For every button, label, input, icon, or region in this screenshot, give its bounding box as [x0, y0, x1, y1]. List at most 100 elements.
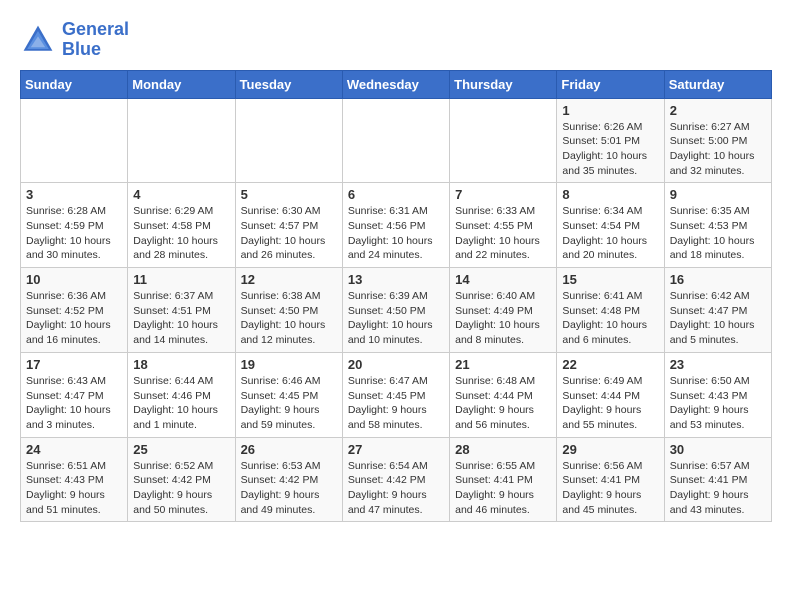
day-info: Sunrise: 6:34 AM Sunset: 4:54 PM Dayligh… [562, 204, 658, 263]
calendar-day-header: Saturday [664, 70, 771, 98]
day-number: 16 [670, 272, 766, 287]
calendar-cell: 22 Sunrise: 6:49 AM Sunset: 4:44 PM Dayli… [557, 352, 664, 437]
calendar-cell: 23 Sunrise: 6:50 AM Sunset: 4:43 PM Dayli… [664, 352, 771, 437]
calendar-cell: 20 Sunrise: 6:47 AM Sunset: 4:45 PM Dayli… [342, 352, 449, 437]
calendar-cell: 10Sunrise: 6:36 AM Sunset: 4:52 PM Dayli… [21, 268, 128, 353]
page: General Blue SundayMondayTuesdayWednesda… [0, 0, 792, 532]
day-info: Sunrise: 6:40 AM Sunset: 4:49 PM Dayligh… [455, 289, 551, 348]
day-number: 13 [348, 272, 444, 287]
day-number: 6 [348, 187, 444, 202]
day-number: 18 [133, 357, 229, 372]
day-number: 24 [26, 442, 122, 457]
calendar-week-row: 17 Sunrise: 6:43 AM Sunset: 4:47 PM Dayli… [21, 352, 772, 437]
calendar-cell: 4 Sunrise: 6:29 AM Sunset: 4:58 PM Daylig… [128, 183, 235, 268]
calendar-cell: 17 Sunrise: 6:43 AM Sunset: 4:47 PM Dayli… [21, 352, 128, 437]
day-info: Sunrise: 6:35 AM Sunset: 4:53 PM Dayligh… [670, 204, 766, 263]
day-info: Sunrise: 6:29 AM Sunset: 4:58 PM Dayligh… [133, 204, 229, 263]
day-number: 26 [241, 442, 337, 457]
calendar-cell: 6 Sunrise: 6:31 AM Sunset: 4:56 PM Daylig… [342, 183, 449, 268]
day-number: 27 [348, 442, 444, 457]
day-info: Sunrise: 6:46 AM Sunset: 4:45 PM Dayligh… [241, 374, 337, 433]
calendar-day-header: Friday [557, 70, 664, 98]
calendar-day-header: Wednesday [342, 70, 449, 98]
calendar-cell: 25 Sunrise: 6:52 AM Sunset: 4:42 PM Dayli… [128, 437, 235, 522]
day-number: 17 [26, 357, 122, 372]
calendar-cell: 16 Sunrise: 6:42 AM Sunset: 4:47 PM Dayli… [664, 268, 771, 353]
calendar-cell [235, 98, 342, 183]
day-number: 19 [241, 357, 337, 372]
day-number: 3 [26, 187, 122, 202]
calendar-cell: 18Sunrise: 6:44 AM Sunset: 4:46 PM Dayli… [128, 352, 235, 437]
day-info: Sunrise: 6:36 AM Sunset: 4:52 PM Dayligh… [26, 289, 122, 348]
calendar-week-row: 24 Sunrise: 6:51 AM Sunset: 4:43 PM Dayli… [21, 437, 772, 522]
calendar-cell: 29Sunrise: 6:56 AM Sunset: 4:41 PM Dayli… [557, 437, 664, 522]
day-info: Sunrise: 6:42 AM Sunset: 4:47 PM Dayligh… [670, 289, 766, 348]
calendar-table: SundayMondayTuesdayWednesdayThursdayFrid… [20, 70, 772, 523]
header: General Blue [20, 20, 772, 60]
calendar-cell [128, 98, 235, 183]
calendar-cell: 24 Sunrise: 6:51 AM Sunset: 4:43 PM Dayli… [21, 437, 128, 522]
calendar-cell: 2 Sunrise: 6:27 AM Sunset: 5:00 PM Daylig… [664, 98, 771, 183]
calendar-day-header: Sunday [21, 70, 128, 98]
calendar-cell: 5Sunrise: 6:30 AM Sunset: 4:57 PM Daylig… [235, 183, 342, 268]
day-number: 8 [562, 187, 658, 202]
calendar-cell: 27 Sunrise: 6:54 AM Sunset: 4:42 PM Dayli… [342, 437, 449, 522]
day-info: Sunrise: 6:47 AM Sunset: 4:45 PM Dayligh… [348, 374, 444, 433]
calendar-day-header: Monday [128, 70, 235, 98]
day-number: 11 [133, 272, 229, 287]
day-number: 23 [670, 357, 766, 372]
calendar-cell [21, 98, 128, 183]
day-number: 28 [455, 442, 551, 457]
calendar-cell: 30 Sunrise: 6:57 AM Sunset: 4:41 PM Dayli… [664, 437, 771, 522]
calendar-cell: 3 Sunrise: 6:28 AM Sunset: 4:59 PM Daylig… [21, 183, 128, 268]
calendar-cell: 11Sunrise: 6:37 AM Sunset: 4:51 PM Dayli… [128, 268, 235, 353]
calendar-cell: 19 Sunrise: 6:46 AM Sunset: 4:45 PM Dayli… [235, 352, 342, 437]
calendar-cell: 26 Sunrise: 6:53 AM Sunset: 4:42 PM Dayli… [235, 437, 342, 522]
day-info: Sunrise: 6:53 AM Sunset: 4:42 PM Dayligh… [241, 459, 337, 518]
day-info: Sunrise: 6:39 AM Sunset: 4:50 PM Dayligh… [348, 289, 444, 348]
day-number: 14 [455, 272, 551, 287]
day-number: 22 [562, 357, 658, 372]
day-number: 30 [670, 442, 766, 457]
day-info: Sunrise: 6:51 AM Sunset: 4:43 PM Dayligh… [26, 459, 122, 518]
calendar-day-header: Thursday [450, 70, 557, 98]
logo-text: General Blue [62, 20, 129, 60]
day-info: Sunrise: 6:57 AM Sunset: 4:41 PM Dayligh… [670, 459, 766, 518]
calendar-cell: 28Sunrise: 6:55 AM Sunset: 4:41 PM Dayli… [450, 437, 557, 522]
day-number: 25 [133, 442, 229, 457]
calendar-cell [450, 98, 557, 183]
day-info: Sunrise: 6:54 AM Sunset: 4:42 PM Dayligh… [348, 459, 444, 518]
day-number: 2 [670, 103, 766, 118]
day-info: Sunrise: 6:50 AM Sunset: 4:43 PM Dayligh… [670, 374, 766, 433]
calendar-week-row: 1Sunrise: 6:26 AM Sunset: 5:01 PM Daylig… [21, 98, 772, 183]
day-number: 21 [455, 357, 551, 372]
logo-icon [20, 22, 56, 58]
calendar-cell: 14 Sunrise: 6:40 AM Sunset: 4:49 PM Dayli… [450, 268, 557, 353]
calendar-cell: 8 Sunrise: 6:34 AM Sunset: 4:54 PM Daylig… [557, 183, 664, 268]
day-info: Sunrise: 6:30 AM Sunset: 4:57 PM Dayligh… [241, 204, 337, 263]
calendar-cell: 21 Sunrise: 6:48 AM Sunset: 4:44 PM Dayli… [450, 352, 557, 437]
calendar-cell: 7Sunrise: 6:33 AM Sunset: 4:55 PM Daylig… [450, 183, 557, 268]
logo: General Blue [20, 20, 129, 60]
calendar-day-header: Tuesday [235, 70, 342, 98]
day-number: 9 [670, 187, 766, 202]
day-info: Sunrise: 6:31 AM Sunset: 4:56 PM Dayligh… [348, 204, 444, 263]
day-number: 20 [348, 357, 444, 372]
calendar-cell: 9 Sunrise: 6:35 AM Sunset: 4:53 PM Daylig… [664, 183, 771, 268]
day-info: Sunrise: 6:28 AM Sunset: 4:59 PM Dayligh… [26, 204, 122, 263]
day-number: 29 [562, 442, 658, 457]
day-number: 7 [455, 187, 551, 202]
day-number: 1 [562, 103, 658, 118]
calendar-header-row: SundayMondayTuesdayWednesdayThursdayFrid… [21, 70, 772, 98]
day-info: Sunrise: 6:38 AM Sunset: 4:50 PM Dayligh… [241, 289, 337, 348]
day-info: Sunrise: 6:43 AM Sunset: 4:47 PM Dayligh… [26, 374, 122, 433]
day-info: Sunrise: 6:48 AM Sunset: 4:44 PM Dayligh… [455, 374, 551, 433]
day-info: Sunrise: 6:27 AM Sunset: 5:00 PM Dayligh… [670, 120, 766, 179]
day-info: Sunrise: 6:49 AM Sunset: 4:44 PM Dayligh… [562, 374, 658, 433]
day-info: Sunrise: 6:41 AM Sunset: 4:48 PM Dayligh… [562, 289, 658, 348]
calendar-week-row: 3 Sunrise: 6:28 AM Sunset: 4:59 PM Daylig… [21, 183, 772, 268]
day-number: 4 [133, 187, 229, 202]
day-info: Sunrise: 6:52 AM Sunset: 4:42 PM Dayligh… [133, 459, 229, 518]
day-number: 15 [562, 272, 658, 287]
calendar-cell: 15 Sunrise: 6:41 AM Sunset: 4:48 PM Dayli… [557, 268, 664, 353]
